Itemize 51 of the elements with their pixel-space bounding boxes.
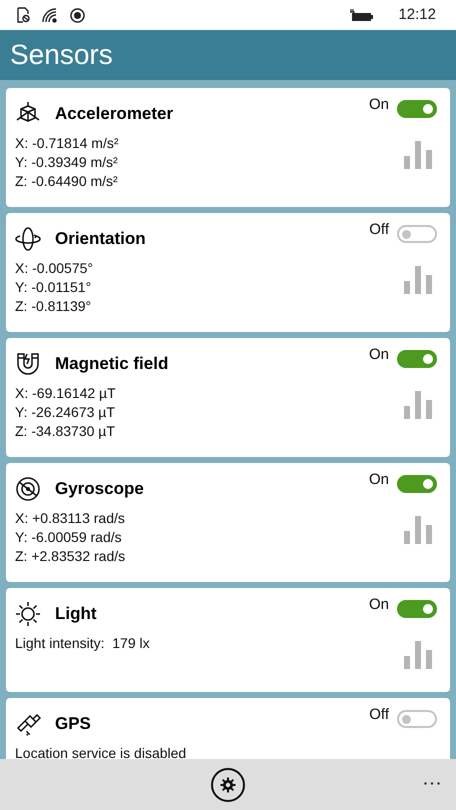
toggle-switch[interactable] [397, 475, 437, 493]
phone-icon [16, 7, 30, 23]
bar-chart-icon[interactable] [404, 391, 432, 419]
sensor-reading: Y: -0.39349 m/s² [15, 153, 118, 172]
sensor-reading: X: -69.16142 µT [15, 384, 116, 403]
sensor-name: Light [55, 603, 97, 626]
satellite-icon [15, 711, 41, 737]
toggle-label: Off [369, 221, 389, 239]
sensor-name: GPS [55, 713, 91, 736]
toggle-switch[interactable] [397, 225, 437, 243]
sensor-reading: Z: -0.64490 m/s² [15, 172, 118, 191]
sensor-reading: Z: -34.83730 µT [15, 422, 115, 441]
toggle-switch[interactable] [397, 710, 437, 728]
wifi-icon [42, 8, 58, 22]
sensor-name: Magnetic field [55, 353, 168, 376]
bar-chart-icon[interactable] [404, 516, 432, 544]
sensor-name: Gyroscope [55, 478, 144, 500]
magnet-icon [15, 351, 41, 377]
toggle-switch[interactable] [397, 100, 437, 118]
sensor-reading: Y: -6.00059 rad/s [15, 528, 122, 547]
sensor-reading: Y: -26.24673 µT [15, 403, 115, 422]
sensor-reading: Z: +2.83532 rad/s [15, 547, 126, 566]
sensor-reading: X: -0.71814 m/s² [15, 134, 118, 153]
sensor-reading: X: +0.83113 rad/s [15, 509, 125, 528]
toggle-label: Off [369, 706, 389, 724]
record-icon [70, 8, 85, 22]
sensor-reading: Y: -0.01151° [15, 278, 92, 297]
clock-time: 12:12 [398, 4, 436, 25]
sensor-reading: Z: -0.81139° [15, 297, 92, 316]
sensor-reading: Location service is disabled [15, 744, 186, 759]
toggle-label: On [368, 596, 389, 614]
orbit-icon [15, 226, 41, 252]
toggle-label: On [368, 346, 389, 364]
toggle-switch[interactable] [397, 350, 437, 368]
settings-button[interactable] [211, 768, 245, 802]
sensor-name: Orientation [55, 228, 146, 250]
page-title: Sensors [10, 38, 113, 72]
toggle-switch[interactable] [397, 600, 437, 618]
bar-chart-icon[interactable] [404, 641, 432, 669]
sensor-reading: Light intensity: 179 lx [15, 634, 150, 653]
bar-chart-icon[interactable] [404, 141, 432, 169]
toggle-label: On [368, 96, 389, 114]
gyroscope-icon [15, 476, 41, 502]
settings-icon [220, 776, 236, 792]
battery-icon [348, 8, 374, 22]
sensor-reading: X: -0.00575° [15, 259, 93, 278]
sensor-name: Accelerometer [55, 103, 174, 126]
sun-icon [15, 601, 41, 627]
toggle-label: On [368, 471, 389, 489]
more-icon [424, 782, 440, 784]
bar-chart-icon[interactable] [404, 266, 432, 294]
